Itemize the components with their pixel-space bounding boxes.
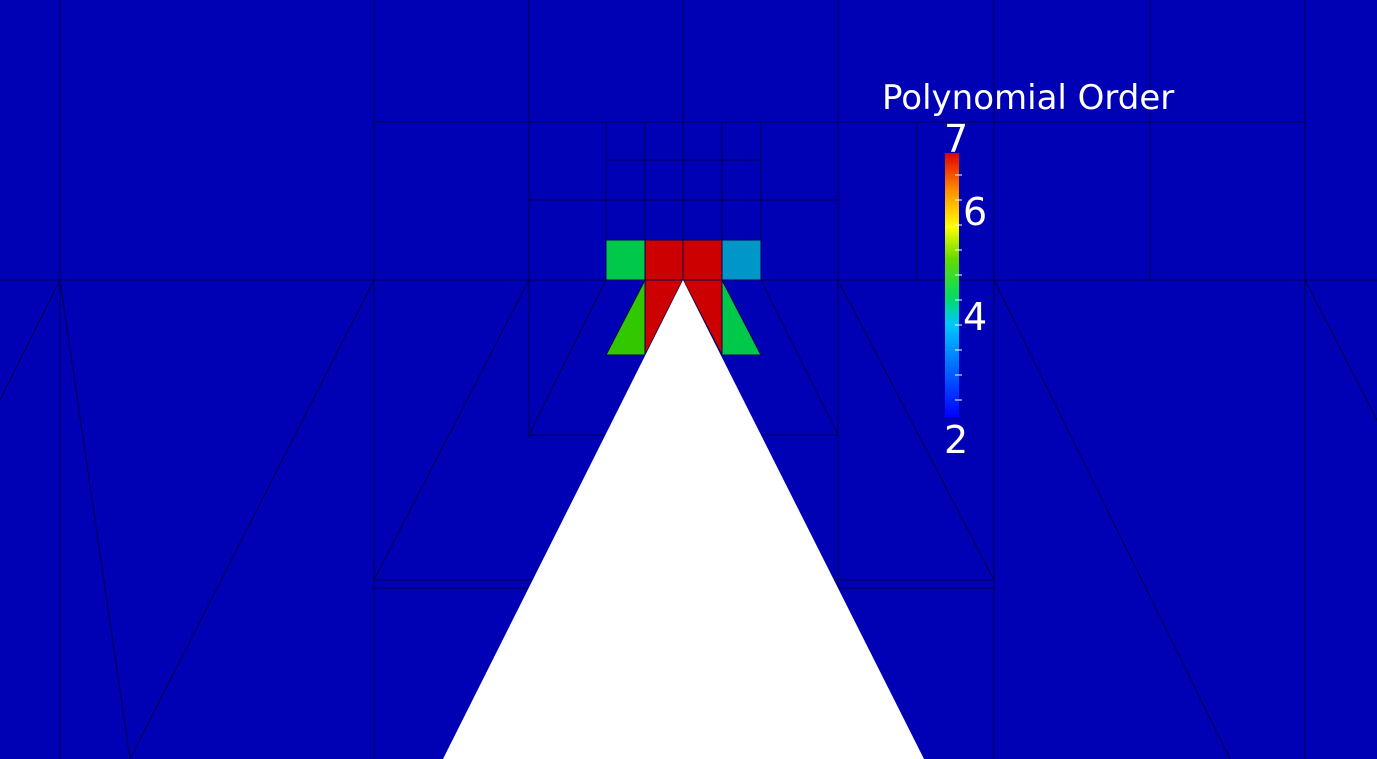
element-order-7-b [682, 239, 723, 281]
legend-min-label: 2 [944, 418, 968, 462]
legend-tick-label-6: 6 [963, 190, 987, 234]
mesh-visualization: Polynomial Order 7 6 4 2 [0, 0, 1377, 759]
legend-title: Polynomial Order [882, 78, 1174, 118]
element-order-4-right [721, 239, 762, 281]
element-order-7-a [644, 239, 684, 281]
legend-tick-label-4: 4 [963, 295, 987, 339]
colorbar [945, 153, 959, 417]
element-order-5-left [605, 239, 646, 281]
legend-max-label: 7 [944, 117, 968, 161]
